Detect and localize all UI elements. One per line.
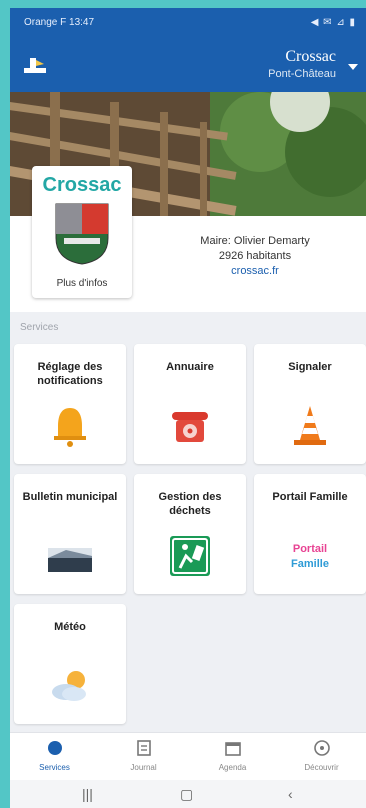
home-icon[interactable]: ▢ — [180, 786, 193, 803]
svg-text:Famille: Famille — [291, 558, 329, 570]
bottom-navigation: Services Journal Agenda Découvrir — [10, 732, 366, 781]
svg-text:Portail: Portail — [293, 543, 327, 555]
crest-title: Crossac — [42, 174, 122, 196]
tile-bulletin[interactable]: Bulletin municipal — [14, 474, 126, 594]
services-icon — [47, 741, 62, 755]
nav-label: Services — [39, 763, 70, 772]
coat-of-arms-icon — [55, 203, 109, 265]
population: 2926 habitants — [218, 250, 292, 262]
nav-services[interactable]: Services — [10, 739, 99, 772]
status-icons: ◀ ✉ ⊿ ▮ — [310, 17, 356, 28]
chevron-down-icon[interactable] — [348, 64, 358, 70]
telephone-icon — [172, 412, 208, 442]
status-carrier-time: Orange F 13:47 — [24, 17, 95, 28]
more-info-link[interactable]: Plus d'infos — [32, 278, 132, 289]
tile-label: Portail Famille — [272, 491, 348, 503]
commune-details: Maire: Olivier Demarty 2926 habitants cr… — [160, 234, 350, 279]
status-bar: Orange F 13:47 ◀ ✉ ⊿ ▮ — [10, 8, 366, 38]
phone-screen: Orange F 13:47 ◀ ✉ ⊿ ▮ Crossac Pont-Chât… — [10, 8, 366, 808]
tile-notifications[interactable]: Réglage des notifications — [14, 344, 126, 464]
system-navigation-bar: ||| ▢ ‹ — [10, 780, 366, 808]
nav-label: Agenda — [218, 763, 247, 772]
app-logo-icon[interactable] — [22, 54, 48, 76]
tile-label: Météo — [54, 621, 86, 633]
tile-label: Annuaire — [166, 361, 214, 373]
website-link[interactable]: crossac.fr — [160, 264, 350, 279]
section-label: Services — [20, 322, 59, 333]
agenda-icon — [224, 742, 241, 756]
tile-report[interactable]: Signaler — [254, 344, 366, 464]
nav-journal[interactable]: Journal — [99, 739, 188, 772]
recent-apps-icon[interactable]: ||| — [82, 786, 93, 802]
waste-icon — [170, 536, 210, 576]
back-icon[interactable]: ‹ — [288, 786, 293, 802]
nav-agenda[interactable]: Agenda — [188, 739, 277, 772]
tile-weather[interactable]: Météo — [14, 604, 126, 724]
discover-icon — [313, 740, 330, 756]
commune-crest-card[interactable]: Crossac Plus d'infos — [32, 166, 132, 298]
journal-icon — [136, 740, 151, 756]
nav-label: Journal — [130, 763, 157, 772]
tile-waste[interactable]: Gestion des déchets — [134, 474, 246, 594]
tile-label: Gestion des déchets — [158, 491, 222, 517]
weather-icon — [52, 671, 86, 701]
tile-family-portal[interactable]: Portail Famille Portail Famille — [254, 474, 366, 594]
tile-label: Réglage des notifications — [37, 361, 103, 387]
city-name: Crossac — [285, 48, 336, 65]
portail-famille-logo: Portail Famille — [291, 543, 329, 570]
traffic-cone-icon — [294, 406, 326, 445]
bulletin-icon — [48, 548, 92, 572]
app-header: Crossac Pont-Château — [10, 38, 366, 92]
city-region: Pont-Château — [268, 68, 336, 80]
nav-discover[interactable]: Découvrir — [277, 739, 366, 772]
nav-label: Découvrir — [304, 763, 339, 772]
city-selector[interactable]: Crossac Pont-Château — [268, 48, 336, 80]
tile-label: Signaler — [288, 361, 332, 373]
mayor-name: Maire: Olivier Demarty — [200, 235, 310, 247]
bell-icon — [54, 408, 86, 447]
tile-label: Bulletin municipal — [22, 491, 118, 503]
tile-directory[interactable]: Annuaire — [134, 344, 246, 464]
